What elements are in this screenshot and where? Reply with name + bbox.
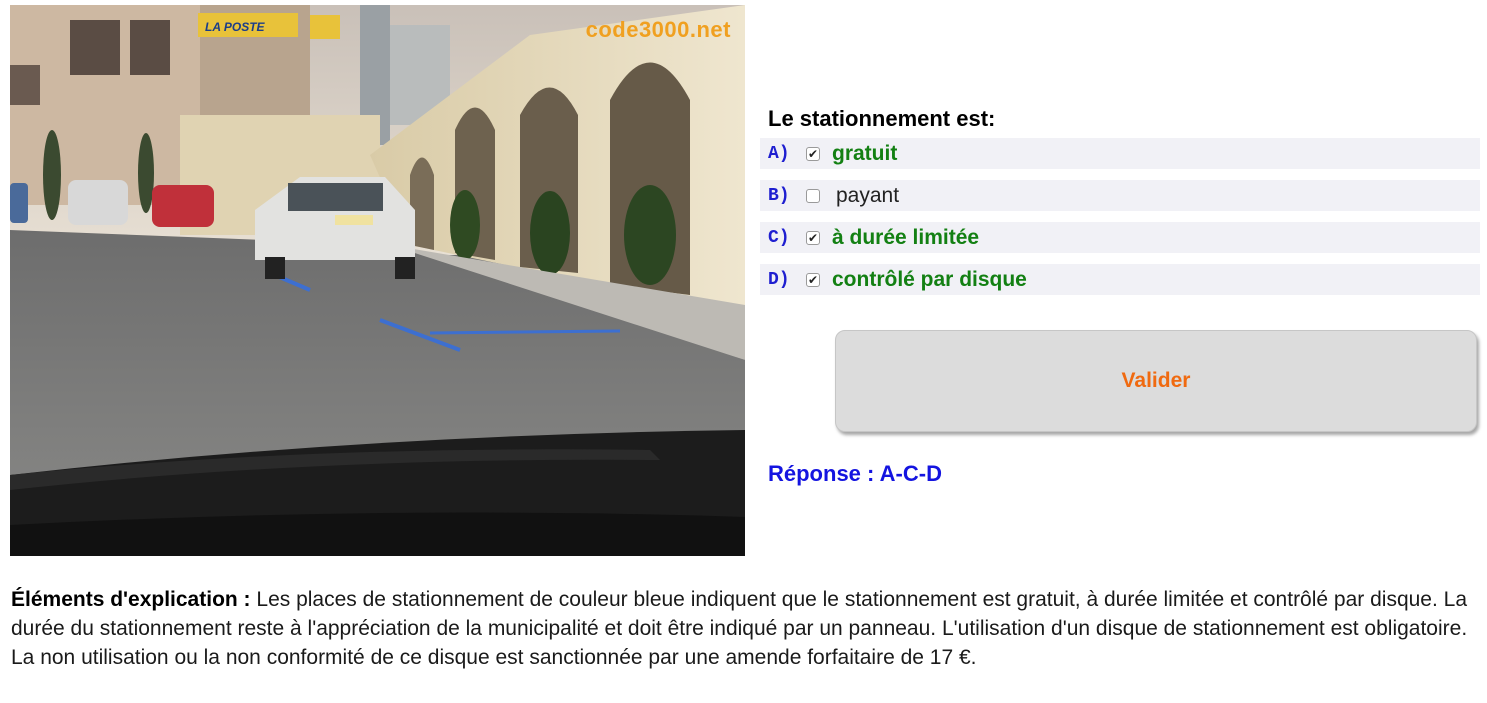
explanation-title: Éléments d'explication : [11, 588, 251, 611]
answer-checkbox-d[interactable]: ✔ [806, 272, 820, 287]
explanation-block: Éléments d'explication : Les places de s… [11, 585, 1471, 672]
answer-text: à durée limitée [832, 225, 980, 249]
parking-scene-image: LA POSTE [10, 5, 745, 556]
answer-text: gratuit [832, 141, 898, 165]
answer-option-c[interactable]: C) ✔ à durée limitée [760, 222, 1480, 253]
answer-letter: A) [768, 143, 790, 164]
answer-option-b[interactable]: B) payant [760, 180, 1480, 211]
answer-letter: B) [768, 185, 790, 206]
valider-button[interactable]: Valider [835, 330, 1477, 432]
answer-option-d[interactable]: D) ✔ contrôlé par disque [760, 264, 1480, 295]
answer-checkbox-a[interactable]: ✔ [806, 146, 820, 161]
question-photo: LA POSTE code3000.net [10, 5, 745, 556]
answer-checkbox-b[interactable] [806, 188, 820, 203]
answer-option-a[interactable]: A) ✔ gratuit [760, 138, 1480, 169]
answer-letter: D) [768, 269, 790, 290]
watermark-text: code3000.net [585, 17, 731, 42]
answer-text: contrôlé par disque [832, 267, 1027, 291]
answer-letter: C) [768, 227, 790, 248]
answer-checkbox-c[interactable]: ✔ [806, 230, 820, 245]
question-title: Le stationnement est: [768, 106, 996, 131]
la-poste-sign: LA POSTE [205, 20, 266, 34]
reponse-text: Réponse : A-C-D [768, 461, 942, 486]
answer-text: payant [836, 183, 900, 207]
